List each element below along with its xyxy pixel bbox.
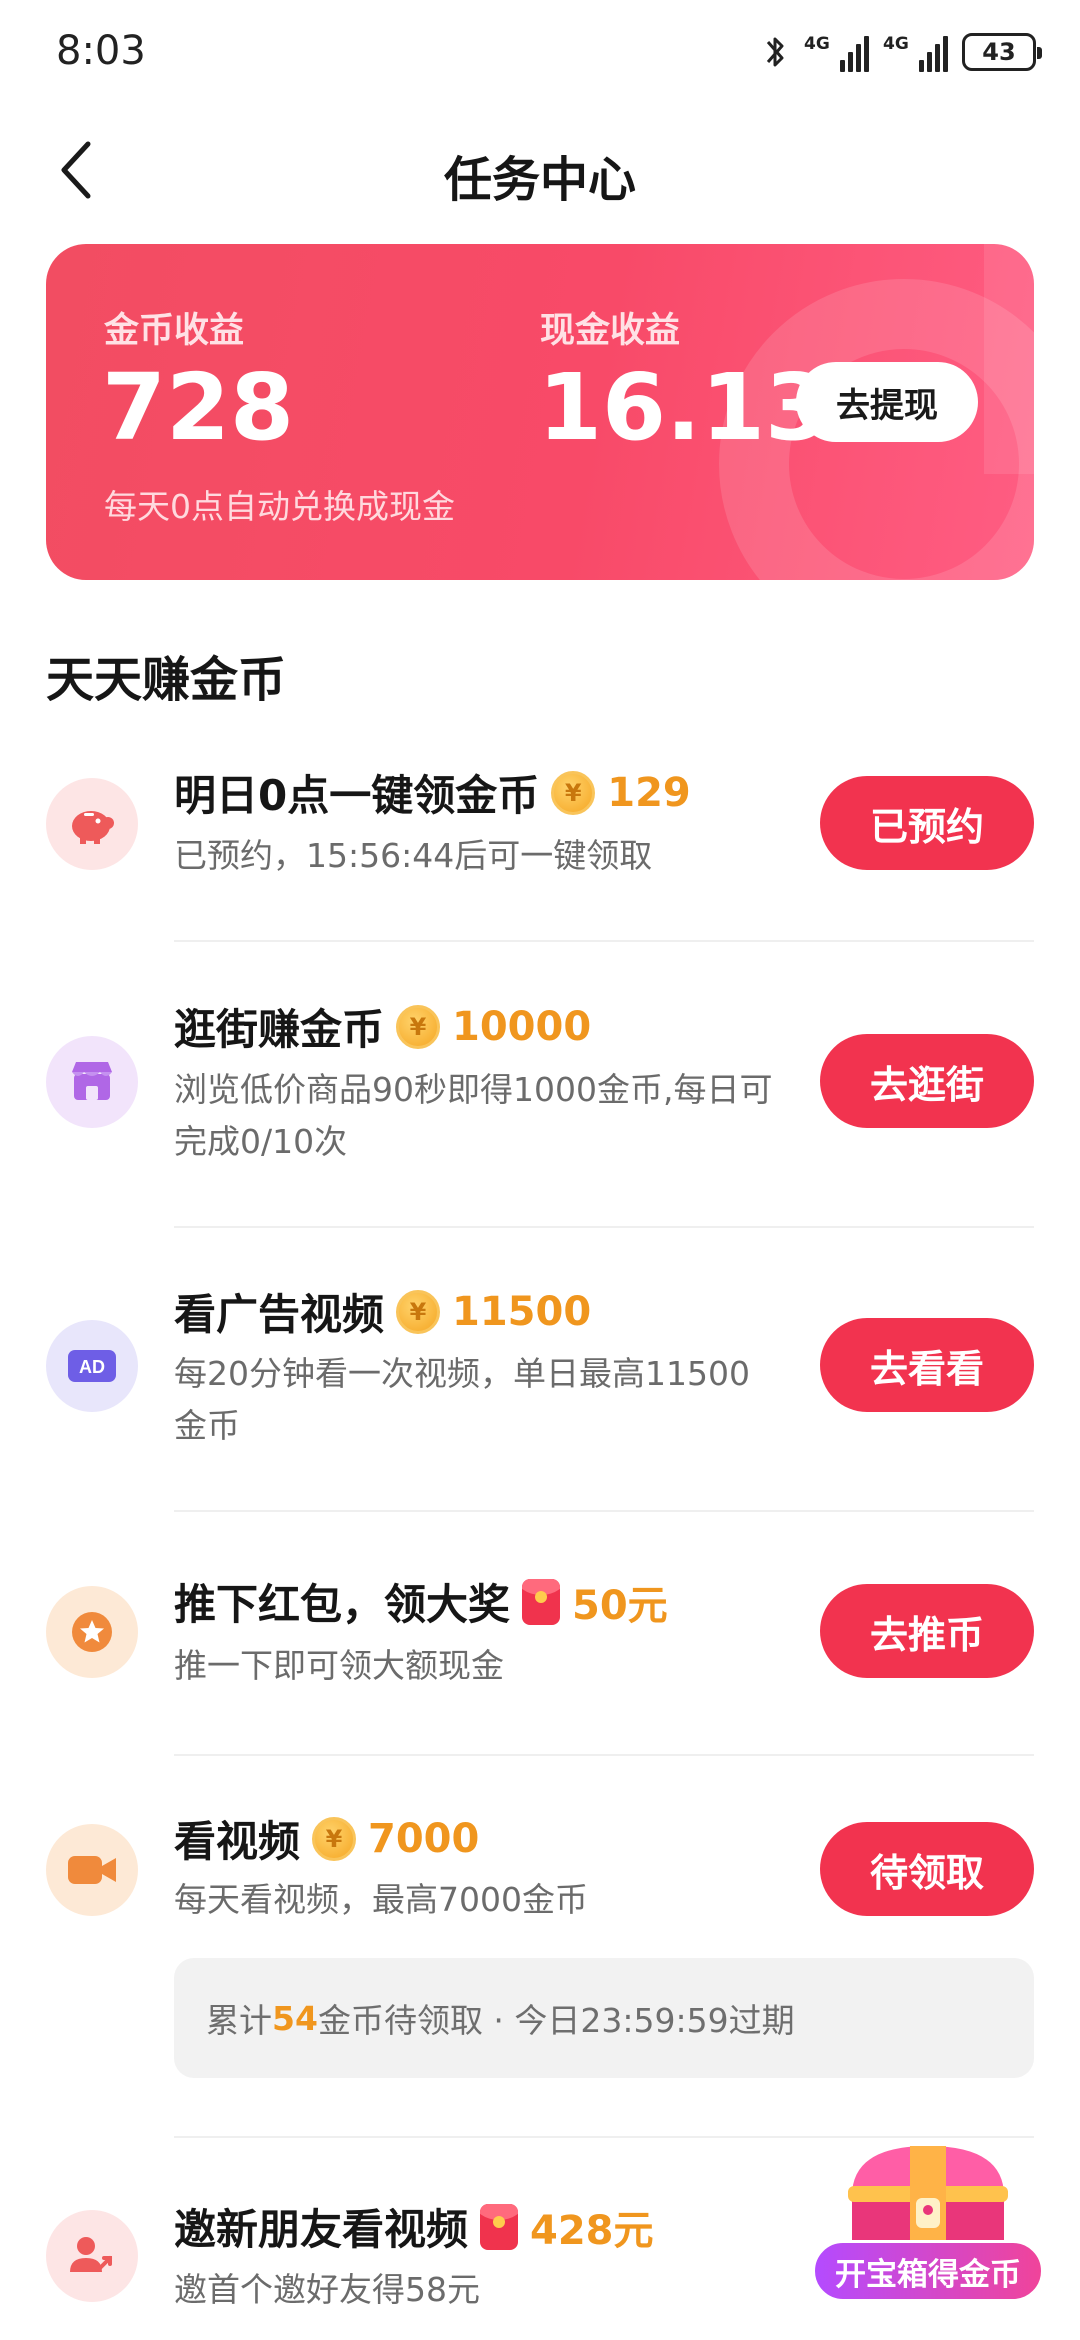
red-envelope-icon	[480, 2203, 519, 2250]
video-camera-icon	[68, 1856, 116, 1884]
piggy-bank-icon	[72, 811, 114, 844]
pending-coins-banner: 累计 54 金币待领取 · 今日23:59:59过期	[174, 1958, 1034, 2078]
signal-icon-2: 4G	[883, 32, 948, 72]
task-title: 推下红包，领大奖	[174, 1580, 511, 1629]
cash-earnings-value: 16.13	[538, 354, 830, 461]
task-title-row: 明日0点一键领金币 ¥ 129	[174, 762, 691, 823]
task-title-row: 推下红包，领大奖 50元	[174, 1571, 668, 1632]
task-title-row: 看视频 ¥ 7000	[174, 1808, 479, 1869]
coin-icon: ¥	[551, 770, 596, 815]
coin-icon: ¥	[396, 1004, 441, 1049]
task-title-row: 邀新朋友看视频 428元	[174, 2196, 654, 2257]
task-icon-container	[46, 1586, 138, 1678]
task-description: 每天看视频，最高7000金币	[174, 1880, 588, 1919]
task-reward: 10000	[452, 1003, 592, 1050]
task-icon-container	[46, 1824, 138, 1916]
task-description: 已预约，15:56:44后可一键领取	[174, 836, 653, 875]
coin-icon: ¥	[312, 1816, 357, 1861]
earnings-card: 金币收益 728 每天0点自动兑换成现金 现金收益 16.13 去提现	[46, 244, 1034, 580]
pending-suffix: 金币待领取 · 今日23:59:59过期	[317, 2001, 795, 2040]
coin-earnings-label: 金币收益	[104, 311, 245, 351]
coin-exchange-note: 每天0点自动兑换成现金	[104, 487, 455, 526]
ad-icon: AD	[68, 1350, 116, 1382]
nav-bar: 任务中心	[0, 110, 1080, 230]
reserved-button[interactable]: 已预约	[820, 776, 1034, 870]
divider	[174, 1510, 1034, 1512]
divider	[174, 940, 1034, 942]
pending-prefix: 累计	[206, 2001, 272, 2040]
withdraw-button[interactable]: 去提现	[796, 362, 978, 442]
pending-amount: 54	[272, 1998, 318, 2038]
task-description: 浏览低价商品90秒即得1000金币,每日可完成0/10次	[174, 1070, 773, 1161]
task-reward: 50元	[572, 1582, 668, 1629]
task-title: 逛街赚金币	[174, 1005, 385, 1054]
task-icon-container	[46, 2210, 138, 2302]
section-title: 天天赚金币	[46, 652, 287, 708]
task-reward: 129	[607, 769, 691, 816]
red-envelope-icon	[522, 1578, 561, 1625]
shop-icon	[72, 1062, 112, 1100]
divider	[174, 1754, 1034, 1756]
task-icon-container	[46, 1036, 138, 1128]
task-title: 明日0点一键领金币	[174, 771, 540, 820]
task-title: 看广告视频	[174, 1290, 385, 1339]
divider	[174, 1226, 1034, 1228]
to-claim-button[interactable]: 待领取	[820, 1822, 1034, 1916]
task-title: 邀新朋友看视频	[174, 2205, 469, 2254]
task-title: 看视频	[174, 1817, 301, 1866]
cash-earnings-label: 现金收益	[540, 311, 681, 351]
go-shopping-button[interactable]: 去逛街	[820, 1034, 1034, 1128]
invite-friends-icon	[70, 2237, 112, 2272]
status-time: 8:03	[56, 28, 146, 74]
battery-icon: 43	[962, 33, 1042, 71]
status-bar: 8:03 4G 4G 43	[0, 0, 1080, 110]
task-description: 每20分钟看一次视频，单日最高11500金币	[174, 1354, 750, 1445]
bluetooth-icon	[766, 37, 784, 67]
open-treasure-button[interactable]: 开宝箱得金币	[812, 2240, 1044, 2302]
task-reward: 428元	[530, 2207, 654, 2254]
watch-ad-button[interactable]: 去看看	[820, 1318, 1034, 1412]
signal-icon: 4G	[804, 32, 869, 72]
task-description: 邀首个邀好友得58元	[174, 2270, 480, 2309]
task-title-row: 逛街赚金币 ¥ 10000	[174, 996, 591, 1057]
coin-icon: ¥	[396, 1289, 441, 1334]
task-icon-container: AD	[46, 1320, 138, 1412]
task-reward: 11500	[452, 1288, 592, 1335]
task-title-row: 看广告视频 ¥ 11500	[174, 1281, 591, 1342]
status-icons: 4G 4G 43	[762, 30, 1042, 74]
task-icon-container	[46, 778, 138, 870]
coin-earnings-value: 728	[102, 354, 295, 461]
svg-text:AD: AD	[79, 1357, 105, 1377]
page-title: 任务中心	[443, 152, 636, 208]
star-medal-icon	[72, 1612, 112, 1652]
push-coin-button[interactable]: 去推币	[820, 1584, 1034, 1678]
task-reward: 7000	[368, 1815, 480, 1862]
task-description: 推一下即可领大额现金	[174, 1646, 504, 1685]
